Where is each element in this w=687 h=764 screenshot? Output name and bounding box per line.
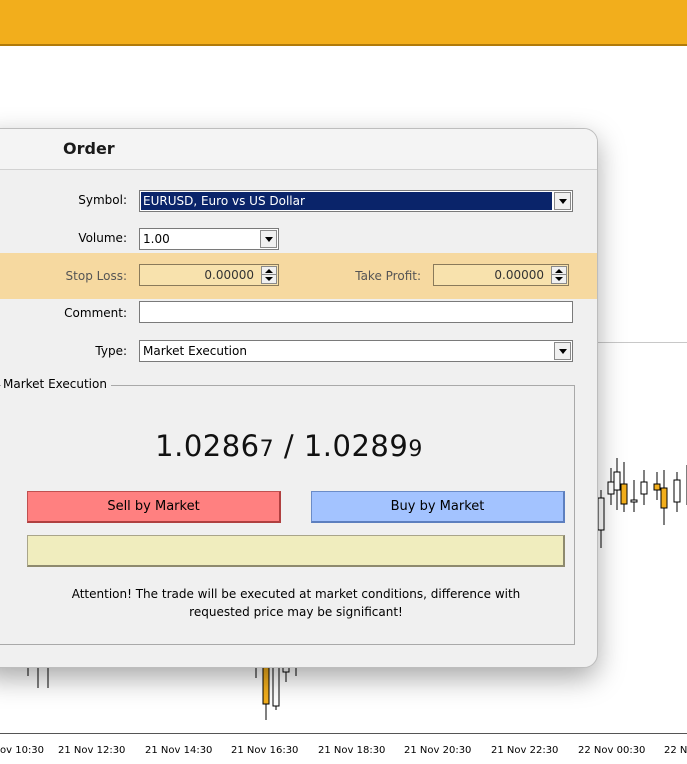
type-value: Market Execution <box>143 344 247 358</box>
group-title: Market Execution <box>1 377 111 391</box>
symbol-label: Symbol: <box>78 193 127 207</box>
ask-price-pip: 9 <box>408 437 423 462</box>
chevron-down-icon[interactable] <box>554 192 571 210</box>
time-tick: 21 Nov 22:30 <box>491 745 559 756</box>
take-profit-value: 0.00000 <box>494 268 544 282</box>
type-select[interactable]: Market Execution <box>139 340 573 362</box>
symbol-value: EURUSD, Euro vs US Dollar <box>140 191 553 211</box>
stop-loss-label: Stop Loss: <box>65 269 127 283</box>
comment-label: Comment: <box>64 306 127 320</box>
symbol-select[interactable]: EURUSD, Euro vs US Dollar <box>139 190 573 212</box>
time-tick: 21 Nov 16:30 <box>231 745 299 756</box>
attention-line-1: Attention! The trade will be executed at… <box>71 587 521 601</box>
type-label: Type: <box>95 344 127 358</box>
stop-loss-field[interactable]: 0.00000 <box>139 264 279 286</box>
sell-by-market-button[interactable]: Sell by Market <box>27 491 281 523</box>
time-tick: ov 10:30 <box>0 745 45 756</box>
attention-message: Attention! The trade will be executed at… <box>41 585 551 621</box>
take-profit-spinner[interactable] <box>551 266 567 284</box>
volume-select[interactable]: 1.00 <box>139 228 279 250</box>
bid-price: 1.0286 <box>155 429 260 463</box>
chevron-down-icon[interactable] <box>260 230 277 248</box>
time-tick: 21 Nov 18:30 <box>318 745 386 756</box>
dialog-title: Order <box>63 139 115 158</box>
time-axis-line <box>0 733 687 734</box>
time-tick: 22 N <box>664 745 687 756</box>
ask-price: 1.0289 <box>303 429 409 463</box>
time-tick: 21 Nov 20:30 <box>404 745 472 756</box>
time-axis: ov 10:30 21 Nov 12:30 21 Nov 14:30 21 No… <box>0 745 687 761</box>
price-display: 1.02867 / 1.02899 <box>0 429 597 463</box>
price-separator: / <box>274 429 304 463</box>
take-profit-label: Take Profit: <box>355 269 421 283</box>
chevron-down-icon[interactable] <box>554 342 571 360</box>
candles-right <box>597 458 687 548</box>
stop-loss-value: 0.00000 <box>204 268 254 282</box>
dialog-titlebar[interactable]: Order <box>0 129 597 170</box>
time-tick: 21 Nov 12:30 <box>58 745 126 756</box>
chart-gridline <box>596 342 687 343</box>
comment-input[interactable] <box>139 301 573 323</box>
take-profit-field[interactable]: 0.00000 <box>433 264 569 286</box>
stop-loss-spinner[interactable] <box>261 266 277 284</box>
bid-price-pip: 7 <box>259 437 275 462</box>
volume-value: 1.00 <box>143 232 170 246</box>
order-dialog: Order Symbol: EURUSD, Euro vs US Dollar … <box>0 128 598 668</box>
attention-line-2: requested price may be significant! <box>189 605 403 619</box>
execution-status-bar <box>27 535 565 567</box>
volume-label: Volume: <box>78 231 127 245</box>
time-tick: 21 Nov 14:30 <box>145 745 213 756</box>
time-tick: 22 Nov 00:30 <box>578 745 646 756</box>
buy-by-market-button[interactable]: Buy by Market <box>311 491 565 523</box>
